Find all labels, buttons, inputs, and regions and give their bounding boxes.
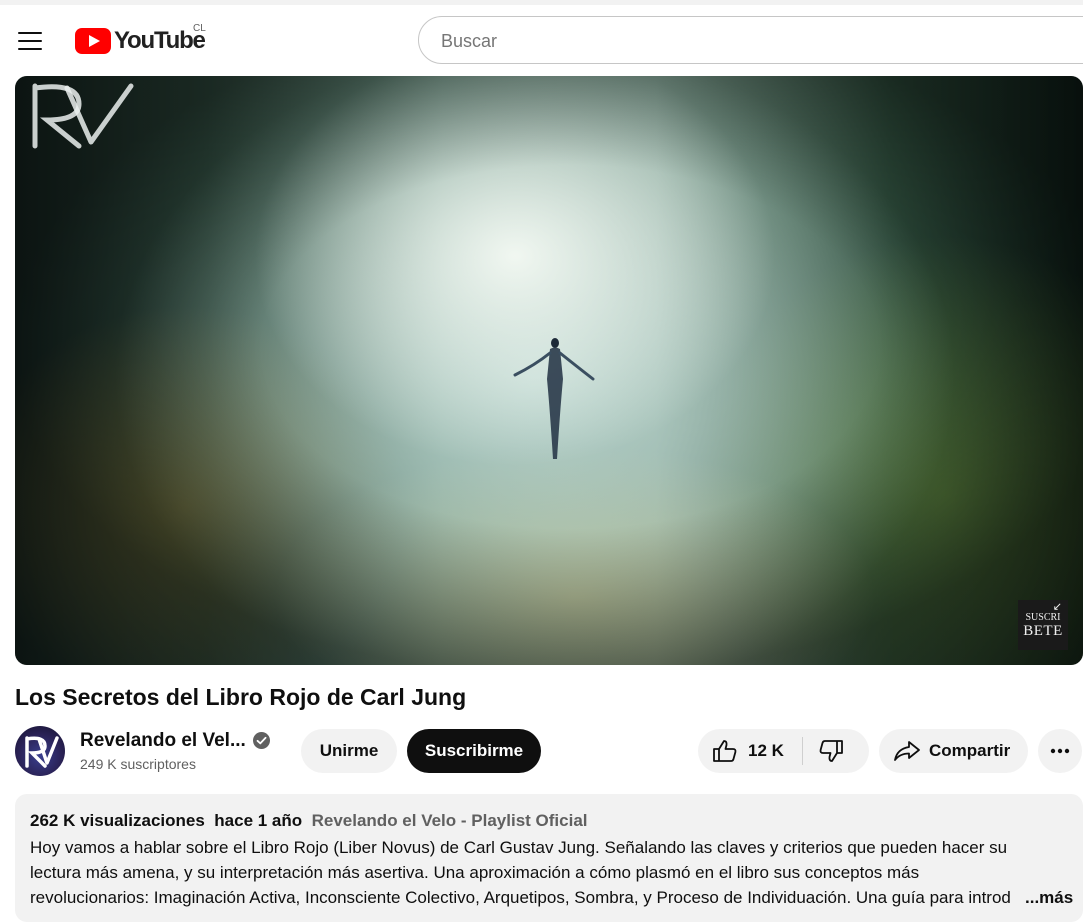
youtube-logo[interactable]: YouTube — [75, 27, 206, 55]
share-arrow-icon — [894, 741, 920, 761]
share-label: Compartir — [929, 741, 1011, 760]
channel-avatar[interactable] — [15, 726, 65, 776]
like-dislike-group: 12 K — [698, 729, 869, 773]
description-meta: 262 K visualizaciones hace 1 año Revelan… — [30, 811, 588, 831]
thumbs-down-icon — [819, 740, 843, 762]
view-count: 262 K visualizaciones — [30, 811, 205, 830]
subscribe-watermark-button[interactable]: ↙ SUSCRI BETE — [1018, 600, 1068, 650]
rv-watermark-logo — [32, 83, 134, 149]
search-box[interactable] — [418, 16, 1083, 65]
logo-text: YouTube — [114, 27, 206, 54]
share-button[interactable]: Compartir — [879, 729, 1028, 773]
arrow-icon: ↙ — [1052, 601, 1062, 613]
country-code: CL — [193, 23, 206, 34]
search-input[interactable] — [439, 17, 1083, 65]
more-actions-button[interactable] — [1038, 729, 1082, 773]
subscriber-count: 249 K suscriptores — [80, 756, 196, 772]
more-horizontal-icon — [1050, 748, 1070, 754]
floating-figure — [513, 338, 595, 459]
subscribe-button[interactable]: Suscribirme — [407, 729, 541, 773]
avatar-rv-logo — [25, 736, 59, 768]
youtube-logo-icon — [75, 28, 111, 54]
verified-check-icon — [253, 732, 270, 749]
like-count: 12 K — [748, 741, 784, 760]
description-box[interactable]: 262 K visualizaciones hace 1 año Revelan… — [15, 794, 1083, 922]
join-button[interactable]: Unirme — [301, 729, 397, 773]
subscribe-badge-line1: SUSCRI — [1025, 612, 1061, 623]
playlist-link[interactable]: Revelando el Velo - Playlist Oficial — [312, 811, 588, 830]
masthead: YouTube CL — [0, 5, 1083, 75]
description-line: revolucionarios: Imaginación Activa, Inc… — [30, 888, 1010, 907]
hamburger-menu-icon[interactable] — [8, 20, 52, 60]
video-title: Los Secretos del Libro Rojo de Carl Jung — [15, 684, 467, 710]
description-line: Hoy vamos a hablar sobre el Libro Rojo (… — [30, 838, 1008, 857]
dislike-button[interactable] — [803, 729, 869, 773]
show-more-button[interactable]: ...más — [1011, 885, 1074, 910]
like-button[interactable]: 12 K — [698, 729, 802, 773]
description-line: lectura más amena, y su interpretación m… — [30, 863, 920, 882]
channel-name[interactable]: Revelando el Vel... — [80, 730, 246, 752]
thumbs-up-icon — [713, 740, 737, 762]
description-text: Hoy vamos a hablar sobre el Libro Rojo (… — [30, 835, 1060, 910]
video-player[interactable]: ↙ SUSCRI BETE — [15, 76, 1083, 665]
upload-date: hace 1 año — [214, 811, 303, 830]
subscribe-badge-line2: BETE — [1023, 623, 1063, 639]
